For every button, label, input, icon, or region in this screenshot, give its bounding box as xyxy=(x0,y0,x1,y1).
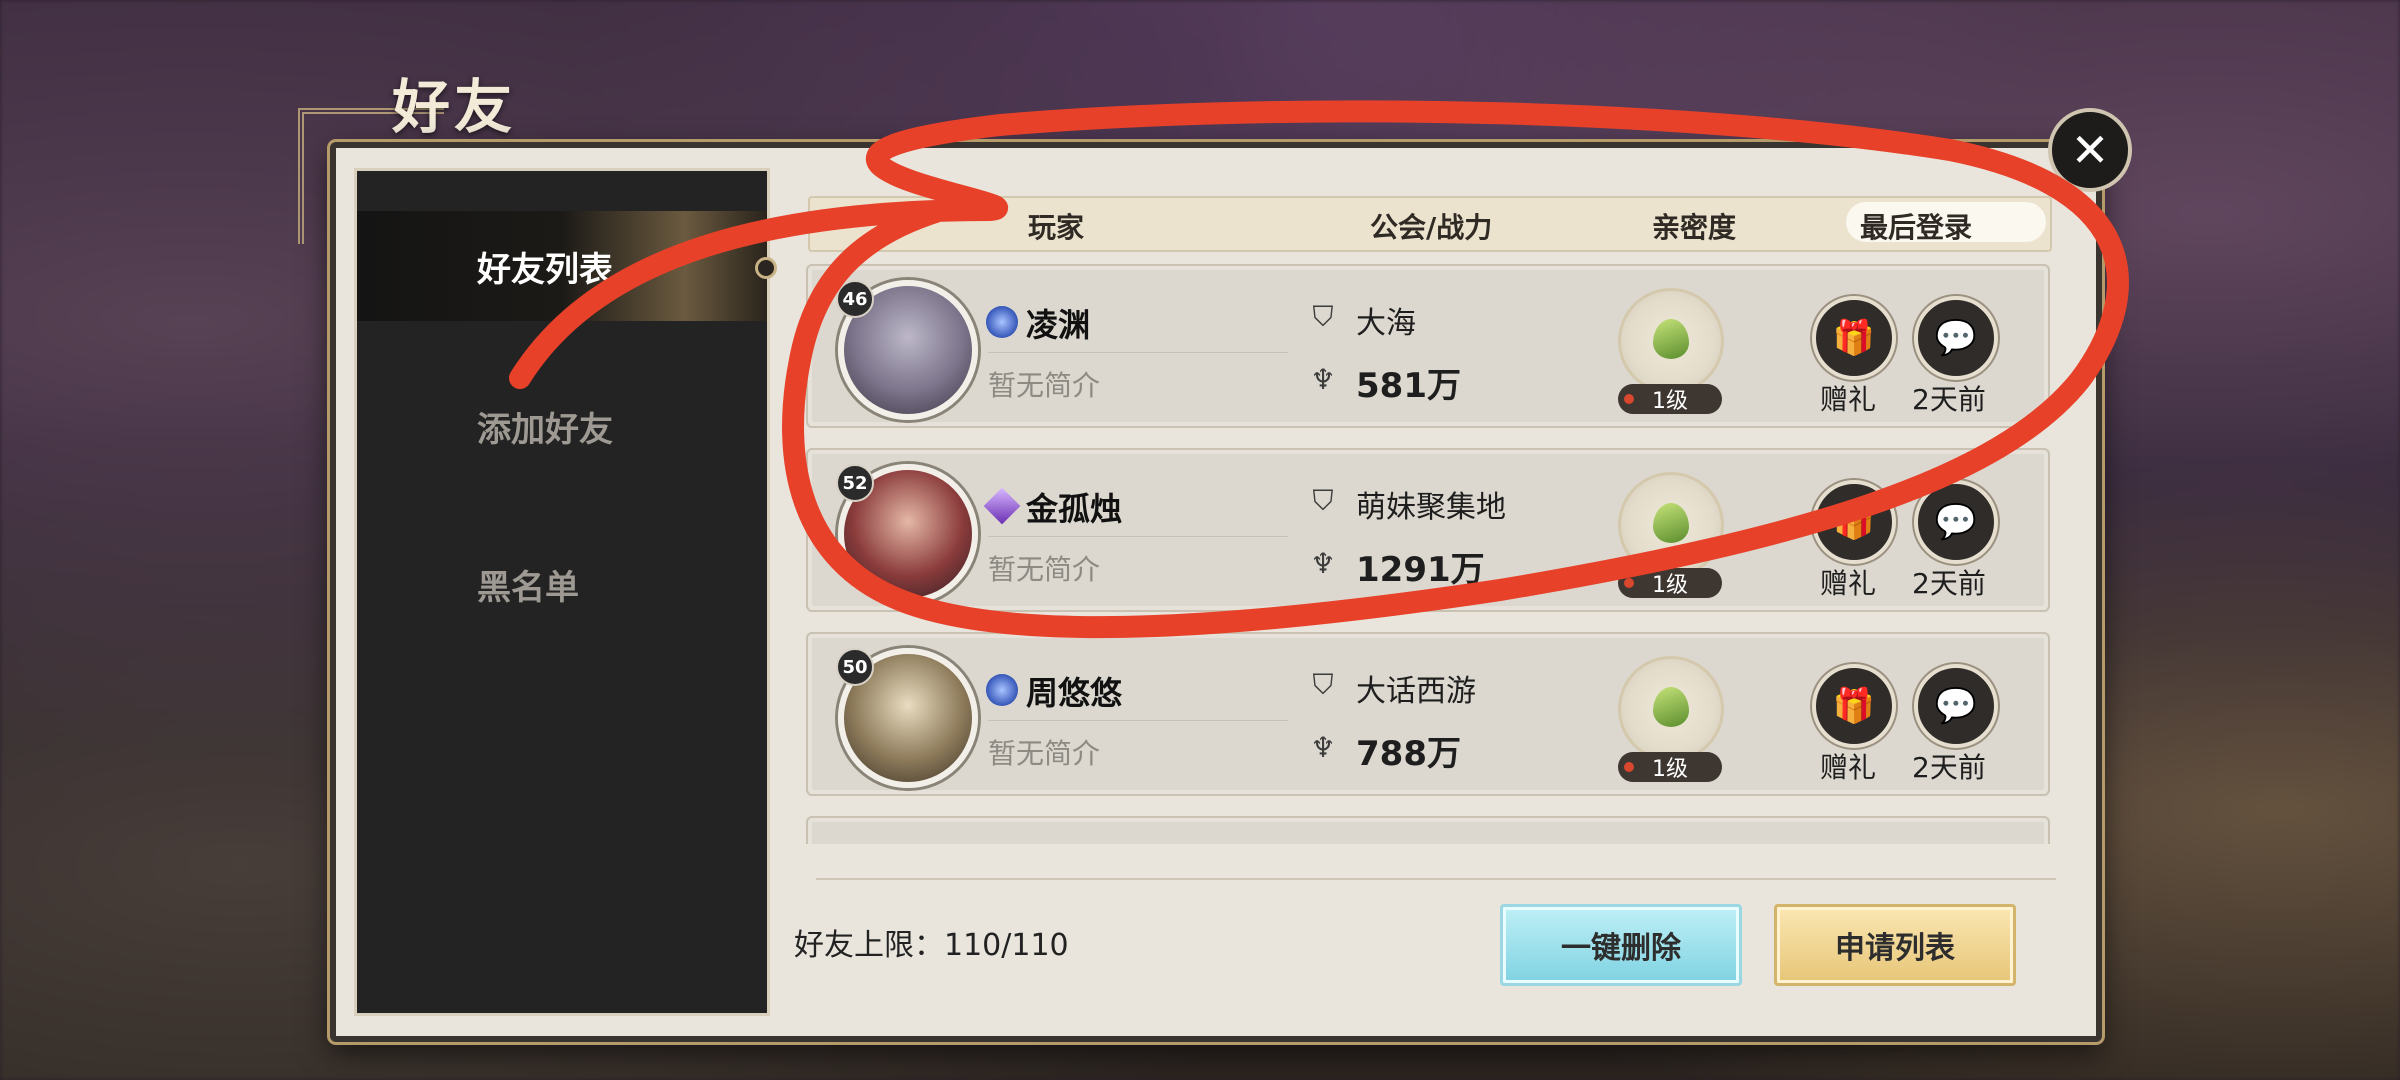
divider xyxy=(988,536,1288,537)
sidebar-item-label: 好友列表 xyxy=(477,249,613,290)
sidebar-item-add-friend[interactable]: 添加好友 xyxy=(357,371,767,481)
gift-label: 赠礼 xyxy=(1820,383,1877,416)
intimacy-level: 1级 xyxy=(1618,568,1722,598)
intimacy-emblem-icon xyxy=(1618,472,1724,578)
header-last-login[interactable]: 最后登录 xyxy=(1860,206,1972,246)
guild-name: 大话西游 xyxy=(1356,674,1476,709)
player-level-badge: 52 xyxy=(836,464,874,502)
intimacy-level: 1级 xyxy=(1618,752,1722,782)
rank-gem-icon xyxy=(983,487,1021,525)
friend-row[interactable]: 46 凌渊 暂无简介 ⛉ 大海 ♆ 581万 1级 🎁 💬 赠礼 2天前 xyxy=(806,264,2050,428)
guild-name: 萌妹聚集地 xyxy=(1356,490,1506,525)
player-intro: 暂无简介 xyxy=(988,369,1101,402)
rank-gem-icon xyxy=(986,306,1018,338)
sidebar-item-label: 添加好友 xyxy=(477,409,613,450)
sidebar-item-blacklist[interactable]: 黑名单 xyxy=(357,529,767,639)
friend-limit: 好友上限：110/110 xyxy=(794,928,1069,963)
divider xyxy=(988,720,1288,721)
player-name: 金孤烛 xyxy=(1026,490,1123,528)
application-list-button[interactable]: 申请列表 xyxy=(1774,904,2016,986)
player-name: 周悠悠 xyxy=(1026,674,1123,712)
leaf-icon xyxy=(1653,319,1689,359)
gift-label: 赠礼 xyxy=(1820,567,1877,600)
intimacy-emblem-icon xyxy=(1618,288,1724,394)
leaf-icon xyxy=(1653,687,1689,727)
combat-power: 788万 xyxy=(1356,734,1461,774)
header-intimacy: 亲密度 xyxy=(1652,211,1737,244)
player-level-badge: 50 xyxy=(836,648,874,686)
gift-button[interactable]: 🎁 xyxy=(1812,480,1896,564)
rank-gem-icon xyxy=(986,674,1018,706)
power-icon: ♆ xyxy=(1310,546,1336,580)
gift-label: 赠礼 xyxy=(1820,751,1877,784)
player-intro: 暂无简介 xyxy=(988,737,1101,770)
intimacy-emblem-icon xyxy=(1618,656,1724,762)
last-login-label: 2天前 xyxy=(1912,567,1986,600)
player-intro: 暂无简介 xyxy=(988,553,1101,586)
bulk-delete-button[interactable]: 一键删除 xyxy=(1500,904,1742,986)
guild-shield-icon: ⛉ xyxy=(1312,300,1334,333)
power-icon: ♆ xyxy=(1310,730,1336,764)
friends-dialog: 好友列表 添加好友 黑名单 玩家 公会/战力 亲密度 最后登录 46 凌渊 暂无… xyxy=(330,142,2102,1042)
divider xyxy=(988,352,1288,353)
guild-shield-icon: ⛉ xyxy=(1312,484,1334,517)
divider xyxy=(816,878,2056,880)
gift-button[interactable]: 🎁 xyxy=(1812,296,1896,380)
guild-name: 大海 xyxy=(1356,306,1416,341)
power-icon: ♆ xyxy=(1310,362,1336,396)
chat-button[interactable]: 💬 xyxy=(1914,664,1998,748)
combat-power: 1291万 xyxy=(1356,550,1485,590)
header-player: 玩家 xyxy=(1028,211,1085,244)
chat-button[interactable]: 💬 xyxy=(1914,480,1998,564)
close-icon[interactable]: ✕ xyxy=(2048,108,2132,192)
friend-row[interactable]: 50 周悠悠 暂无简介 ⛉ 大话西游 ♆ 788万 1级 🎁 💬 赠礼 2天前 xyxy=(806,632,2050,796)
friend-row[interactable]: 52 金孤烛 暂无简介 ⛉ 萌妹聚集地 ♆ 1291万 1级 🎁 💬 赠礼 2天… xyxy=(806,448,2050,612)
last-login-label: 2天前 xyxy=(1912,751,1986,784)
leaf-icon xyxy=(1653,503,1689,543)
player-level-badge: 46 xyxy=(836,280,874,318)
friend-list-panel: 玩家 公会/战力 亲密度 最后登录 46 凌渊 暂无简介 ⛉ 大海 ♆ 581万… xyxy=(776,168,2076,1014)
intimacy-level: 1级 xyxy=(1618,384,1722,414)
combat-power: 581万 xyxy=(1356,366,1461,406)
last-login-label: 2天前 xyxy=(1912,383,1986,416)
sidebar-item-friend-list[interactable]: 好友列表 xyxy=(357,211,777,321)
page-title: 好友 xyxy=(392,73,517,141)
guild-shield-icon: ⛉ xyxy=(1312,668,1334,701)
friend-row[interactable] xyxy=(806,816,2050,844)
player-name: 凌渊 xyxy=(1026,306,1091,344)
friend-list[interactable]: 46 凌渊 暂无简介 ⛉ 大海 ♆ 581万 1级 🎁 💬 赠礼 2天前 52 xyxy=(806,264,2052,844)
gift-button[interactable]: 🎁 xyxy=(1812,664,1896,748)
sidebar-item-label: 黑名单 xyxy=(477,567,579,608)
header-guild-power: 公会/战力 xyxy=(1370,211,1493,244)
chat-button[interactable]: 💬 xyxy=(1914,296,1998,380)
list-header: 玩家 公会/战力 亲密度 最后登录 xyxy=(808,196,2052,252)
sidebar: 好友列表 添加好友 黑名单 xyxy=(354,168,777,1016)
